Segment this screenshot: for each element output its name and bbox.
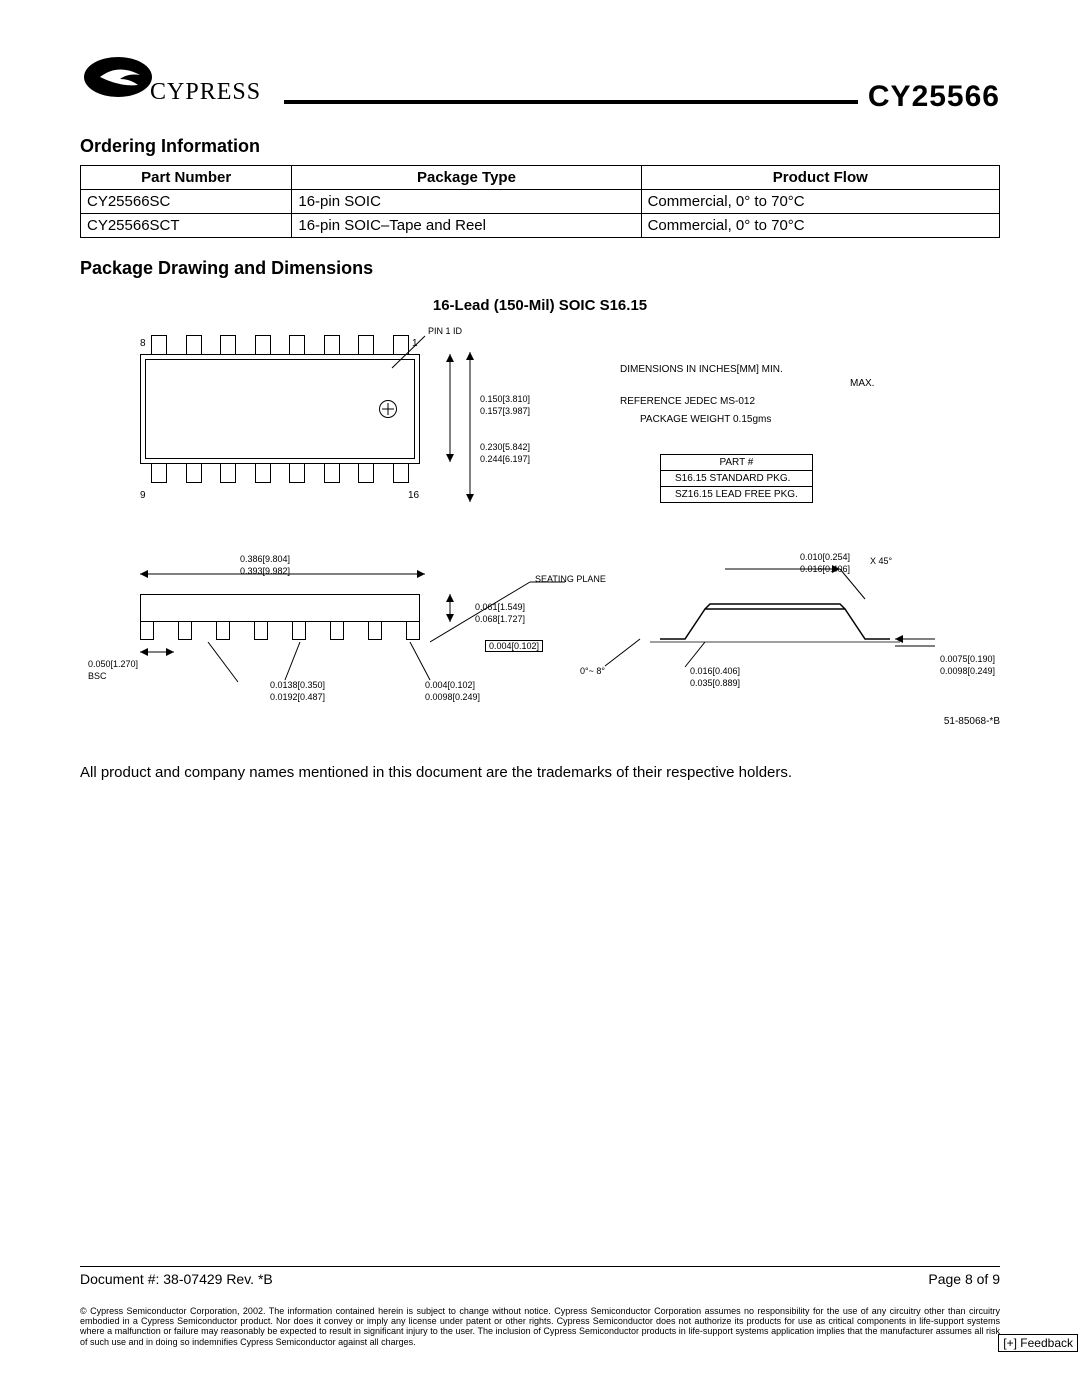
dim-157: 0.157[3.987] — [480, 406, 530, 416]
dim-150: 0.150[3.810] — [480, 394, 530, 404]
chip-side-view — [140, 594, 420, 622]
part-number-title: CY25566 — [868, 80, 1000, 114]
dim-0192: 0.0192[0.487] — [270, 692, 325, 702]
dim-0098b: 0.0098[0.249] — [940, 666, 995, 676]
header-rule — [284, 100, 858, 104]
pkg-weight: PACKAGE WEIGHT 0.15gms — [640, 414, 771, 425]
pin-label-9: 9 — [140, 490, 146, 501]
brand-text: CYPRESS — [150, 79, 261, 105]
side-pins — [140, 622, 420, 640]
ref-jedec: REFERENCE JEDEC MS-012 — [620, 396, 755, 407]
part-table: PART # S16.15 STANDARD PKG. SZ16.15 LEAD… — [660, 454, 813, 503]
trademark-note: All product and company names mentioned … — [80, 764, 1000, 781]
dim-035: 0.035[0.889] — [690, 678, 740, 688]
legal-text: © Cypress Semiconductor Corporation, 200… — [80, 1306, 1000, 1347]
dim-393: 0.393[9.982] — [240, 566, 290, 576]
dim-230: 0.230[5.842] — [480, 442, 530, 452]
dim-004a: 0.004[0.102] — [485, 640, 543, 652]
dim-068: 0.068[1.727] — [475, 614, 525, 624]
package-heading: Package Drawing and Dimensions — [80, 258, 1000, 279]
dim-244: 0.244[6.197] — [480, 454, 530, 464]
dim-010: 0.010[0.254] — [800, 552, 850, 562]
package-subtitle: 16-Lead (150-Mil) SOIC S16.15 — [80, 297, 1000, 314]
bsc: BSC — [88, 671, 107, 681]
table-row: CY25566SC 16-pin SOIC Commercial, 0° to … — [81, 190, 1000, 214]
dims-max: MAX. — [850, 378, 874, 389]
ordering-table: Part Number Package Type Product Flow CY… — [80, 165, 1000, 238]
table-row: CY25566SCT 16-pin SOIC–Tape and Reel Com… — [81, 214, 1000, 238]
dim-016b: 0.016[0.406] — [800, 564, 850, 574]
doc-number: Document #: 38-07429 Rev. *B — [80, 1271, 273, 1287]
cypress-logo: CYPRESS — [80, 55, 280, 116]
ordering-heading: Ordering Information — [80, 136, 1000, 157]
drawing-number: 51-85068-*B — [944, 716, 1000, 727]
dim-0098a: 0.0098[0.249] — [425, 692, 480, 702]
page-footer: Document #: 38-07429 Rev. *B Page 8 of 9 — [80, 1266, 1000, 1287]
dim-050: 0.050[1.270] — [88, 659, 138, 669]
feedback-button[interactable]: [+] Feedback — [998, 1334, 1078, 1352]
dim-0075: 0.0075[0.190] — [940, 654, 995, 664]
page-number: Page 8 of 9 — [928, 1271, 1000, 1287]
page-header: CYPRESS CY25566 — [80, 55, 1000, 116]
dim-061: 0.061[1.549] — [475, 602, 525, 612]
pin-label-16: 16 — [408, 490, 419, 501]
th-package-type: Package Type — [292, 166, 641, 190]
x45: X 45° — [870, 556, 892, 566]
dims-note: DIMENSIONS IN INCHES[MM] MIN. — [620, 364, 783, 375]
pin-label-8: 8 — [140, 338, 146, 349]
pin1-marker-icon — [379, 400, 397, 418]
dim-386: 0.386[9.804] — [240, 554, 290, 564]
chip-top-view — [140, 354, 420, 464]
package-diagram: 8 1 9 16 PIN 1 ID — [80, 324, 1000, 744]
th-part-number: Part Number — [81, 166, 292, 190]
th-product-flow: Product Flow — [641, 166, 999, 190]
seating-plane: SEATING PLANE — [535, 574, 606, 584]
